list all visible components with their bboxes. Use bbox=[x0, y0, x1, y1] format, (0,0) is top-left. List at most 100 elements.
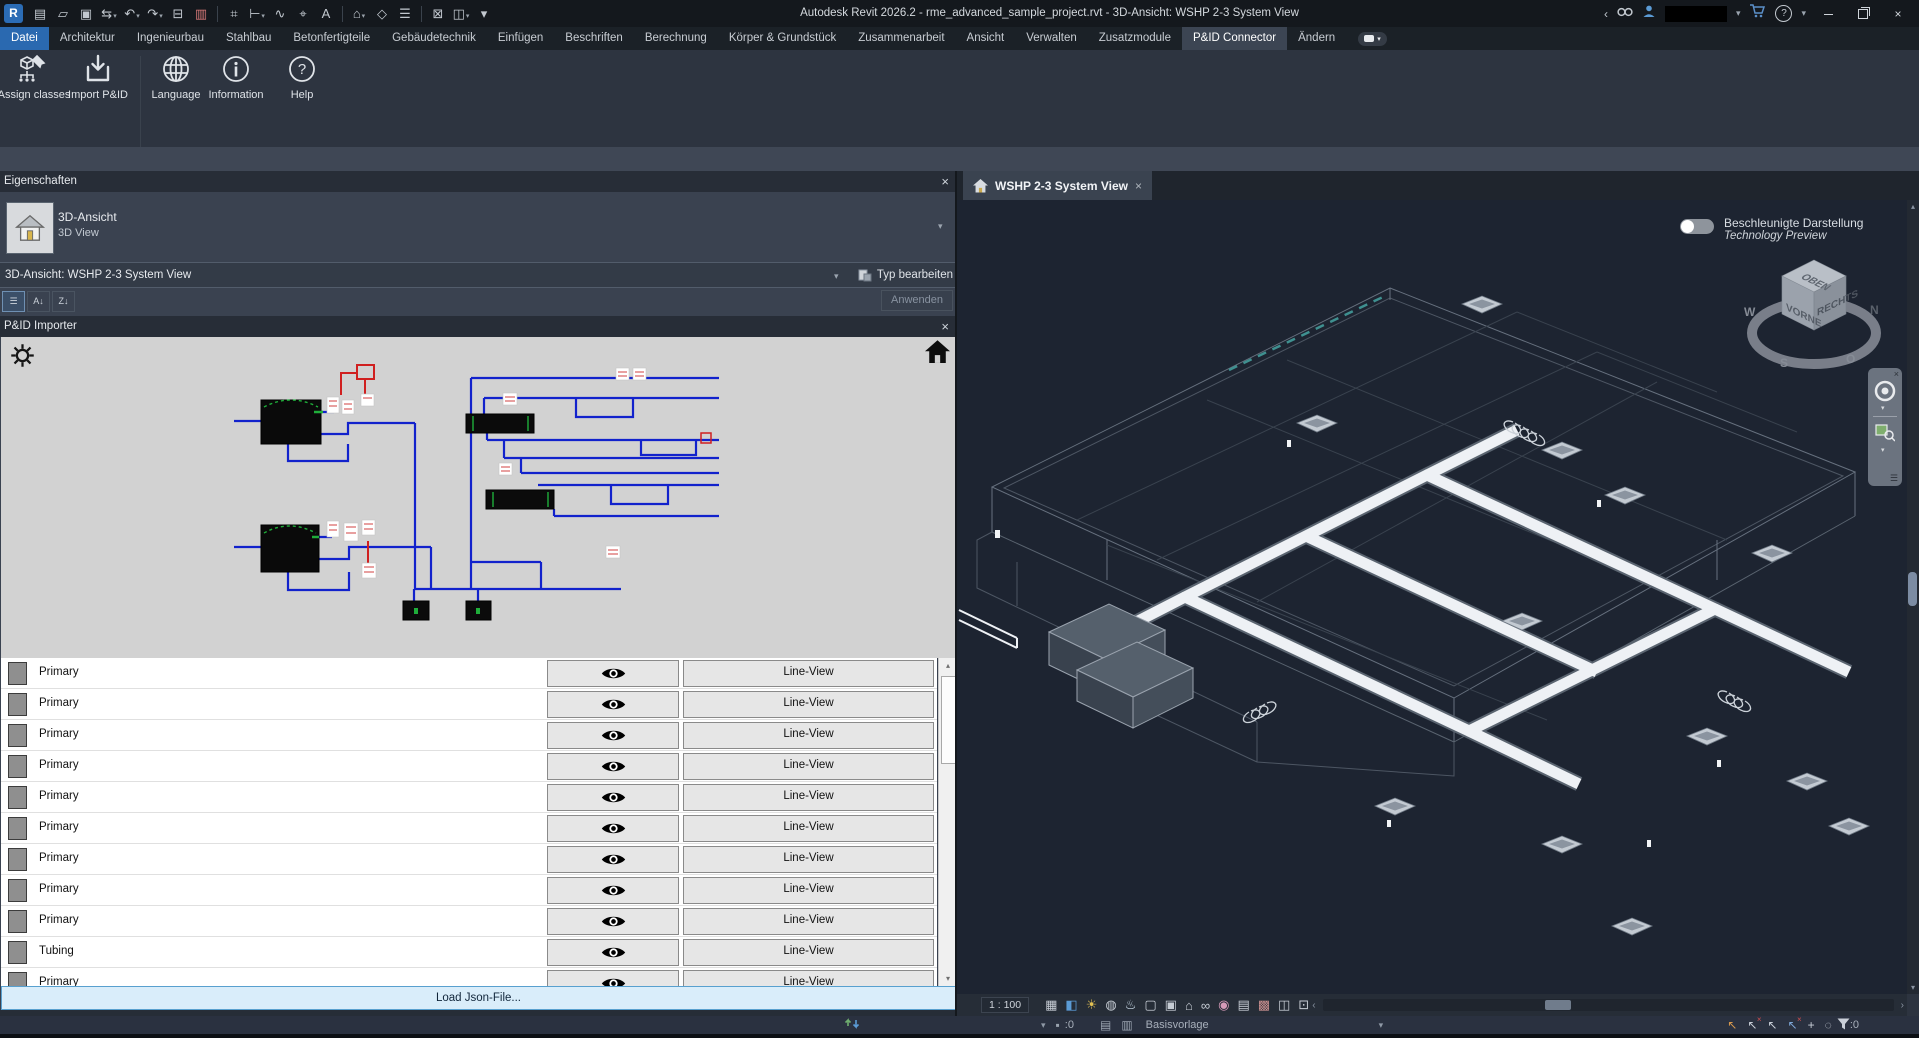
render-dialog-icon[interactable]: ♨ bbox=[1125, 997, 1137, 1013]
ribbon-tab-verwalten[interactable]: Verwalten bbox=[1015, 27, 1088, 50]
temporary-view-properties-icon[interactable]: ▤ bbox=[1237, 997, 1249, 1013]
system-color-swatch[interactable] bbox=[8, 755, 27, 778]
line-view-button[interactable]: Line-View bbox=[683, 877, 934, 904]
ribbon-tab-zusatzmodule[interactable]: Zusatzmodule bbox=[1088, 27, 1182, 50]
default-3d-view-icon[interactable]: ⌂▾ bbox=[349, 6, 369, 21]
ribbon-tab-k-rper-grundst-ck[interactable]: Körper & Grundstück bbox=[718, 27, 847, 50]
model-viewport[interactable]: Beschleunigte Darstellung Technology Pre… bbox=[957, 200, 1907, 994]
line-view-button[interactable]: Line-View bbox=[683, 660, 934, 687]
section-icon[interactable]: ⌗ bbox=[224, 6, 244, 22]
minimize-button[interactable] bbox=[1815, 4, 1841, 24]
type-selector-chevron-icon[interactable]: ▾ bbox=[938, 221, 943, 232]
revit-logo[interactable]: R bbox=[4, 4, 23, 23]
viewport-vscrollbar[interactable]: ▴ ▾ bbox=[1907, 200, 1919, 994]
select-underlay-icon[interactable]: ↖× bbox=[1747, 1018, 1757, 1032]
hscroll-left-icon[interactable]: ‹ bbox=[1309, 1000, 1318, 1011]
line-view-button[interactable]: Line-View bbox=[683, 691, 934, 718]
ribbon-tab-stahlbau[interactable]: Stahlbau bbox=[215, 27, 282, 50]
navbar-close-icon[interactable]: × bbox=[1894, 369, 1899, 379]
help-icon[interactable]: ? bbox=[1775, 5, 1792, 22]
accelerated-graphics-toggle[interactable] bbox=[1680, 219, 1714, 234]
navbar-wheel-chevron-icon[interactable]: ▾ bbox=[1881, 404, 1885, 412]
scale-control[interactable]: 1 : 100 bbox=[981, 997, 1029, 1013]
sort-default-button[interactable]: ☰ bbox=[2, 291, 25, 312]
visibility-toggle-button[interactable] bbox=[547, 939, 679, 966]
ribbon-tab--ndern[interactable]: Ändern bbox=[1287, 27, 1346, 50]
filter-icon[interactable] bbox=[1837, 1018, 1850, 1033]
visibility-toggle-button[interactable] bbox=[547, 877, 679, 904]
spline-icon[interactable]: ∿ bbox=[270, 6, 290, 22]
properties-close-icon[interactable]: × bbox=[941, 171, 949, 192]
line-view-button[interactable]: Line-View bbox=[683, 815, 934, 842]
workset-chevron-icon[interactable]: ▾ bbox=[1041, 1020, 1046, 1031]
media-button[interactable]: ▾ bbox=[1358, 32, 1387, 46]
pid-home-icon[interactable] bbox=[925, 340, 950, 369]
visibility-toggle-button[interactable] bbox=[547, 784, 679, 811]
visual-style-icon[interactable]: ◧ bbox=[1065, 997, 1077, 1013]
system-color-swatch[interactable] bbox=[8, 786, 27, 809]
design-options-icon[interactable]: ▤ bbox=[1100, 1018, 1111, 1032]
ribbon-tab-betonfertigteile[interactable]: Betonfertigteile bbox=[282, 27, 381, 50]
line-view-button[interactable]: Line-View bbox=[683, 970, 934, 986]
pid-settings-gear-icon[interactable] bbox=[9, 342, 36, 374]
system-color-swatch[interactable] bbox=[8, 941, 27, 964]
viewport-vscroll-thumb[interactable] bbox=[1908, 572, 1917, 606]
select-pinned-icon[interactable]: ↖ bbox=[1768, 1018, 1778, 1032]
system-color-swatch[interactable] bbox=[8, 848, 27, 871]
unlocked-view-icon[interactable]: ⌂ bbox=[1185, 998, 1193, 1013]
measure-icon[interactable]: ⊢▾ bbox=[247, 6, 267, 22]
displacement-icon[interactable]: ◫ bbox=[1278, 997, 1290, 1013]
steering-wheel-icon[interactable] bbox=[1874, 380, 1896, 402]
visibility-toggle-button[interactable] bbox=[547, 846, 679, 873]
line-view-button[interactable]: Line-View bbox=[683, 908, 934, 935]
close-doc-icon[interactable]: ▥ bbox=[191, 6, 211, 22]
system-color-swatch[interactable] bbox=[8, 910, 27, 933]
project-icon[interactable]: ▤ bbox=[30, 6, 50, 22]
view-tab-wshp[interactable]: WSHP 2-3 System View × bbox=[963, 171, 1152, 200]
drag-selection-icon[interactable]: + bbox=[1808, 1018, 1815, 1032]
text-icon[interactable]: A bbox=[316, 6, 336, 21]
system-color-swatch[interactable] bbox=[8, 693, 27, 716]
system-color-swatch[interactable] bbox=[8, 724, 27, 747]
system-color-swatch[interactable] bbox=[8, 662, 27, 685]
edit-type-button[interactable]: Typ bearbeiten bbox=[858, 263, 953, 287]
assign-classes-button[interactable]: Assign classes bbox=[4, 54, 64, 126]
view-selector-chevron-icon[interactable]: ▾ bbox=[834, 264, 839, 288]
system-color-swatch[interactable] bbox=[8, 879, 27, 902]
type-preview[interactable] bbox=[6, 202, 54, 254]
visibility-toggle-button[interactable] bbox=[547, 970, 679, 986]
transfer-icon[interactable]: ⇆▾ bbox=[99, 6, 119, 22]
design-option-chevron-icon[interactable]: ▾ bbox=[1379, 1020, 1384, 1031]
pid-importer-close-icon[interactable]: × bbox=[941, 316, 949, 337]
editable-worksets-icon[interactable]: ▪ bbox=[1056, 1018, 1060, 1032]
navbar-zoom-chevron-icon[interactable]: ▾ bbox=[1881, 446, 1885, 454]
tile-views-icon[interactable]: ◫▾ bbox=[451, 6, 471, 22]
save-icon[interactable]: ▣ bbox=[76, 6, 96, 22]
tag-icon[interactable]: ⌖ bbox=[293, 6, 313, 22]
viewport-hscrollbar[interactable] bbox=[1323, 999, 1894, 1011]
ribbon-tab-beschriften[interactable]: Beschriften bbox=[554, 27, 634, 50]
reveal-constraints-icon[interactable]: ▩ bbox=[1258, 997, 1270, 1013]
ribbon-tab-ansicht[interactable]: Ansicht bbox=[956, 27, 1016, 50]
visibility-toggle-button[interactable] bbox=[547, 753, 679, 780]
line-view-button[interactable]: Line-View bbox=[683, 784, 934, 811]
ribbon-tab-datei[interactable]: Datei bbox=[0, 27, 49, 50]
visibility-toggle-button[interactable] bbox=[547, 908, 679, 935]
ribbon-tab-zusammenarbeit[interactable]: Zusammenarbeit bbox=[847, 27, 955, 50]
close-inactive-views-icon[interactable]: ⊠ bbox=[428, 6, 448, 22]
redo-icon[interactable]: ↷▾ bbox=[145, 6, 165, 22]
line-view-button[interactable]: Line-View bbox=[683, 939, 934, 966]
system-color-swatch[interactable] bbox=[8, 817, 27, 840]
visibility-toggle-button[interactable] bbox=[547, 815, 679, 842]
shadows-icon[interactable]: ◍ bbox=[1105, 997, 1116, 1013]
sort-descending-button[interactable]: Z↓ bbox=[52, 291, 75, 312]
viewport-scroll-up-icon[interactable]: ▴ bbox=[1907, 202, 1919, 211]
hide-isolate-icon[interactable]: ∞ bbox=[1201, 998, 1210, 1013]
viewcube[interactable]: S O W N OBEN VORNE RECHTS bbox=[1742, 238, 1887, 370]
viewport-hscroll-thumb[interactable] bbox=[1545, 1000, 1571, 1010]
account-avatar-icon[interactable] bbox=[1642, 4, 1656, 23]
ribbon-tab-ingenieurbau[interactable]: Ingenieurbau bbox=[126, 27, 215, 50]
user-interface-icon[interactable]: ☰ bbox=[395, 6, 415, 22]
undo-icon[interactable]: ↶▾ bbox=[122, 6, 142, 22]
import-pid-button[interactable]: Import P&ID bbox=[68, 54, 128, 126]
